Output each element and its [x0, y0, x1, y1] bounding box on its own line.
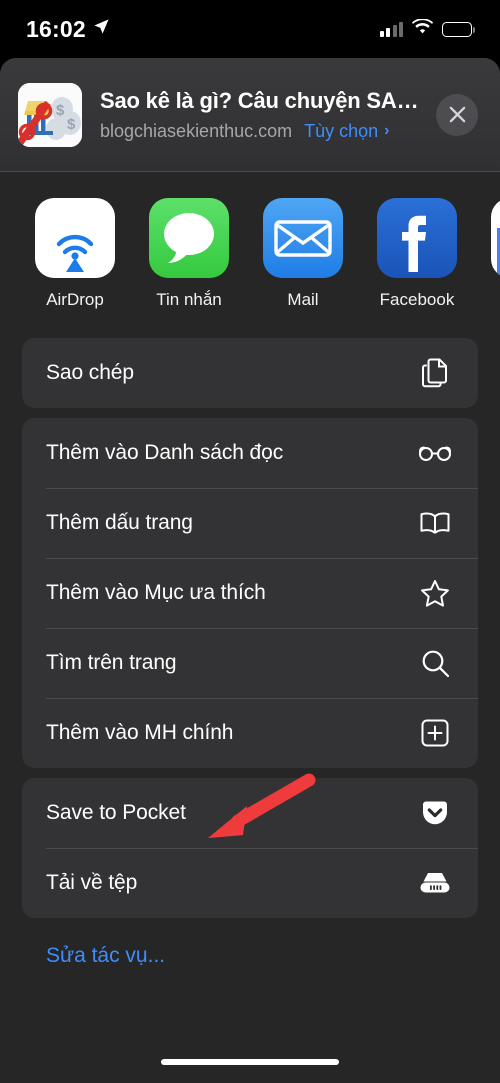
page-domain: blogchiasekienthuc.com	[100, 120, 293, 141]
action-row-label: Tải về tệp	[46, 871, 138, 894]
home-indicator	[161, 1059, 339, 1065]
maps-icon	[491, 198, 500, 278]
share-target-airdrop[interactable]: AirDrop	[18, 198, 132, 310]
close-button[interactable]	[436, 93, 478, 136]
copy-documents-icon	[418, 356, 452, 390]
extensions-group: Save to Pocket Tải về tệp	[22, 778, 478, 918]
action-row-add-to-favorites[interactable]: Thêm vào Mục ưa thích	[22, 558, 478, 628]
download-server-icon	[418, 866, 452, 900]
share-target-label: Tin nhắn	[156, 290, 222, 309]
website-thumbnail-bank-dollar: $ $	[18, 82, 82, 147]
status-bar-left: 16:02	[26, 16, 110, 43]
plus-square-icon	[418, 716, 452, 750]
messages-icon	[149, 198, 229, 278]
action-row-add-to-home-screen[interactable]: Thêm vào MH chính	[22, 698, 478, 768]
app-share-targets-row[interactable]: AirDrop Tin nhắn Mail Facebook	[0, 172, 500, 328]
edit-actions-link[interactable]: Sửa tác vụ...	[46, 944, 165, 968]
star-icon	[418, 576, 452, 610]
svg-text:$: $	[67, 116, 76, 133]
pocket-icon	[418, 796, 452, 830]
glasses-icon	[418, 436, 452, 470]
close-icon	[449, 106, 465, 123]
action-row-save-to-pocket[interactable]: Save to Pocket	[22, 778, 478, 848]
action-row-label: Sao chép	[46, 361, 134, 384]
options-link[interactable]: Tùy chọn ›	[304, 121, 389, 142]
chevron-right-icon: ›	[384, 122, 390, 139]
share-target-label: AirDrop	[46, 290, 104, 309]
book-icon	[418, 506, 452, 540]
status-bar: 16:02	[0, 0, 500, 58]
share-sheet-header-text: Sao kê là gì? Câu chuyện SAO KÊ... blogc…	[100, 88, 424, 142]
mail-icon	[263, 198, 343, 278]
action-row-add-to-reading-list[interactable]: Thêm vào Danh sách đọc	[22, 418, 478, 488]
share-sheet: $ $ Sao kê là gì? Câu chuyện SAO blogchi…	[0, 58, 500, 1083]
safari-actions-group: Thêm vào Danh sách đọc Thêm dấu trang Th…	[22, 418, 478, 768]
action-row-label: Tìm trên trang	[46, 651, 177, 674]
facebook-icon	[377, 198, 457, 278]
cellular-signal-icon	[379, 21, 403, 37]
action-row-label: Thêm vào Mục ưa thích	[46, 581, 266, 604]
page-title: Sao kê là gì? Câu chuyện SAO KÊ...	[100, 87, 424, 113]
action-row-add-bookmark[interactable]: Thêm dấu trang	[22, 488, 478, 558]
options-link-label: Tùy chọn	[304, 120, 379, 141]
svg-text:$: $	[56, 102, 65, 119]
action-row-copy[interactable]: Sao chép	[22, 338, 478, 408]
airdrop-icon	[35, 198, 115, 278]
share-target-maps[interactable]	[474, 198, 500, 290]
wifi-icon	[411, 17, 434, 40]
battery-icon	[442, 21, 476, 37]
location-arrow-icon	[93, 18, 110, 40]
share-target-mail[interactable]: Mail	[246, 198, 360, 310]
share-target-messages[interactable]: Tin nhắn	[132, 198, 246, 310]
action-row-find-on-page[interactable]: Tìm trên trang	[22, 628, 478, 698]
status-bar-time: 16:02	[26, 15, 86, 42]
share-target-label: Facebook	[379, 290, 455, 309]
action-row-label: Thêm dấu trang	[46, 511, 193, 534]
share-target-label: Mail	[287, 290, 319, 309]
share-target-facebook[interactable]: Facebook	[360, 198, 474, 310]
status-bar-right	[379, 17, 476, 40]
share-sheet-header: $ $ Sao kê là gì? Câu chuyện SAO blogchi…	[0, 58, 500, 172]
action-row-download-file[interactable]: Tải về tệp	[22, 848, 478, 918]
search-icon	[418, 646, 452, 680]
page-subtitle: blogchiasekienthuc.com Tùy chọn ›	[100, 121, 424, 142]
action-row-label: Thêm vào MH chính	[46, 721, 234, 744]
copy-group: Sao chép	[22, 338, 478, 408]
action-row-label: Save to Pocket	[46, 801, 186, 824]
iphone-screen: 16:02 $ $ Sao kê là gì? Câu chuyện SAO b…	[0, 0, 500, 1083]
action-row-label: Thêm vào Danh sách đọc	[46, 441, 284, 464]
